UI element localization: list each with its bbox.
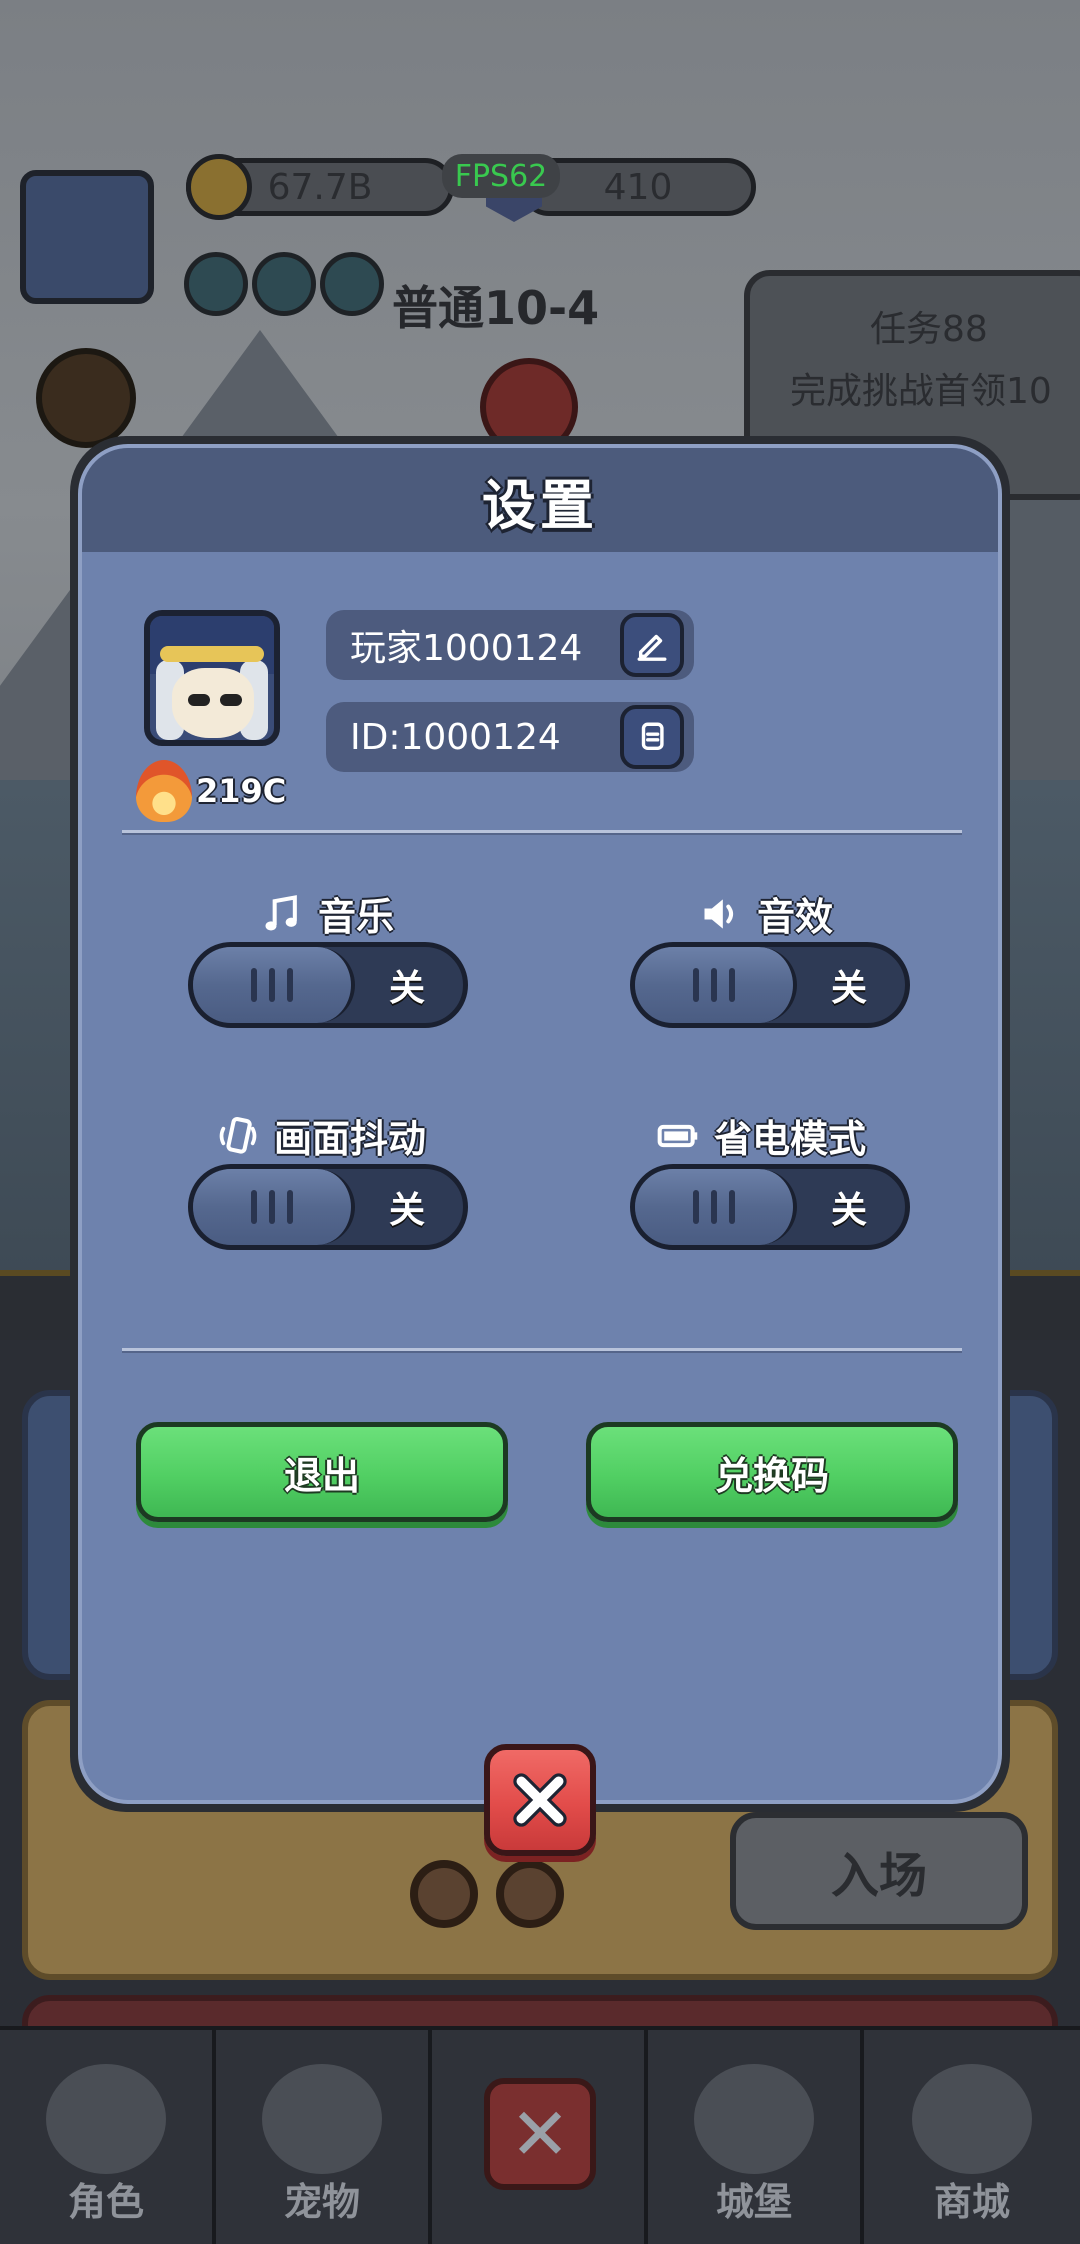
- edit-name-button[interactable]: [620, 613, 684, 677]
- skill-icons: [184, 252, 384, 316]
- panda-icon: [262, 2064, 382, 2174]
- screen-shake-toggle[interactable]: 关: [188, 1164, 468, 1250]
- music-state: 关: [388, 968, 425, 1009]
- combat-power-value: 219C: [196, 772, 287, 810]
- cart-wheel: [496, 1860, 564, 1928]
- phone-vibrate-icon: [219, 1116, 257, 1154]
- enter-button[interactable]: 入场: [730, 1812, 1028, 1930]
- quest-description: 完成挑战首领10: [790, 371, 1052, 412]
- avatar-eye: [220, 694, 242, 706]
- nav-item-shop[interactable]: 商城: [864, 2030, 1080, 2244]
- wheel-icon[interactable]: [36, 348, 136, 448]
- toggle-knob[interactable]: [635, 947, 797, 1023]
- screen-shake-label-text: 画面抖动: [274, 1117, 427, 1161]
- gem-value: 410: [603, 166, 673, 208]
- nav-item-character[interactable]: 角色: [0, 2030, 216, 2244]
- toggle-knob[interactable]: [193, 947, 355, 1023]
- power-save-state: 关: [830, 1190, 867, 1231]
- avatar-crown: [160, 646, 264, 662]
- coin-value: 67.7B: [267, 166, 373, 208]
- dialog-header: 设置: [82, 448, 998, 552]
- screen-shake-state: 关: [388, 1190, 425, 1231]
- skill-icon[interactable]: [184, 252, 248, 316]
- nav-label: 城堡: [715, 2180, 792, 2224]
- power-save-label: 省电模式: [656, 1108, 866, 1163]
- avatar-eye: [188, 694, 210, 706]
- exit-button[interactable]: 退出: [136, 1422, 508, 1522]
- divider: [122, 1348, 962, 1353]
- close-icon: [513, 1773, 567, 1827]
- redeem-code-button[interactable]: 兑换码: [586, 1422, 958, 1522]
- copy-icon: [641, 722, 664, 751]
- power-save-toggle[interactable]: 关: [630, 1164, 910, 1250]
- music-label-text: 音乐: [318, 895, 395, 939]
- player-id: ID:1000124: [350, 716, 561, 758]
- pencil-icon: [637, 634, 667, 661]
- music-toggle[interactable]: 关: [188, 942, 468, 1028]
- toggle-knob[interactable]: [635, 1169, 797, 1245]
- nav-item-castle[interactable]: 城堡: [648, 2030, 864, 2244]
- screen-shake-label: 画面抖动: [216, 1108, 426, 1163]
- fps-counter: FPS62: [442, 154, 560, 198]
- flame-icon: [136, 760, 192, 822]
- sfx-label-text: 音效: [757, 895, 834, 939]
- shop-icon: [912, 2064, 1032, 2174]
- sfx-toggle[interactable]: 关: [630, 942, 910, 1028]
- nav-item-pet[interactable]: 宠物: [216, 2030, 432, 2244]
- coin-icon: [186, 154, 252, 220]
- nav-close-icon[interactable]: ✕: [484, 2078, 596, 2190]
- settings-dialog: 设置 219C 玩家1000124 ID:1000124 音乐 音效 关 关 画…: [70, 436, 1010, 1812]
- divider: [122, 830, 962, 835]
- castle-icon: [694, 2064, 814, 2174]
- toggle-knob[interactable]: [193, 1169, 355, 1245]
- nav-label: 宠物: [283, 2180, 360, 2224]
- combat-power: 219C: [136, 760, 286, 822]
- close-dialog-button[interactable]: [484, 1744, 596, 1856]
- player-avatar[interactable]: [144, 610, 280, 746]
- quest-title: 任务88: [870, 309, 988, 350]
- character-icon: [46, 2064, 166, 2174]
- skill-icon[interactable]: [320, 252, 384, 316]
- battery-icon: [657, 1124, 698, 1147]
- cart-wheel: [410, 1860, 478, 1928]
- music-label: 音乐: [260, 886, 394, 941]
- power-save-label-text: 省电模式: [714, 1117, 867, 1161]
- copy-id-button[interactable]: [620, 705, 684, 769]
- sfx-label: 音效: [699, 886, 833, 941]
- sfx-state: 关: [830, 968, 867, 1009]
- dialog-title: 设置: [482, 473, 598, 537]
- player-avatar-hud[interactable]: [20, 170, 154, 304]
- player-name: 玩家1000124: [350, 628, 583, 669]
- stage-label: 普通10-4: [392, 281, 600, 335]
- settings-dialog-body: 设置 219C 玩家1000124 ID:1000124 音乐 音效 关 关 画…: [78, 444, 1002, 1804]
- nav-label: 商城: [933, 2180, 1010, 2224]
- nav-label: 角色: [67, 2180, 144, 2224]
- avatar-face: [172, 668, 254, 738]
- music-note-icon: [265, 894, 297, 930]
- speaker-icon: [704, 898, 734, 929]
- skill-icon[interactable]: [252, 252, 316, 316]
